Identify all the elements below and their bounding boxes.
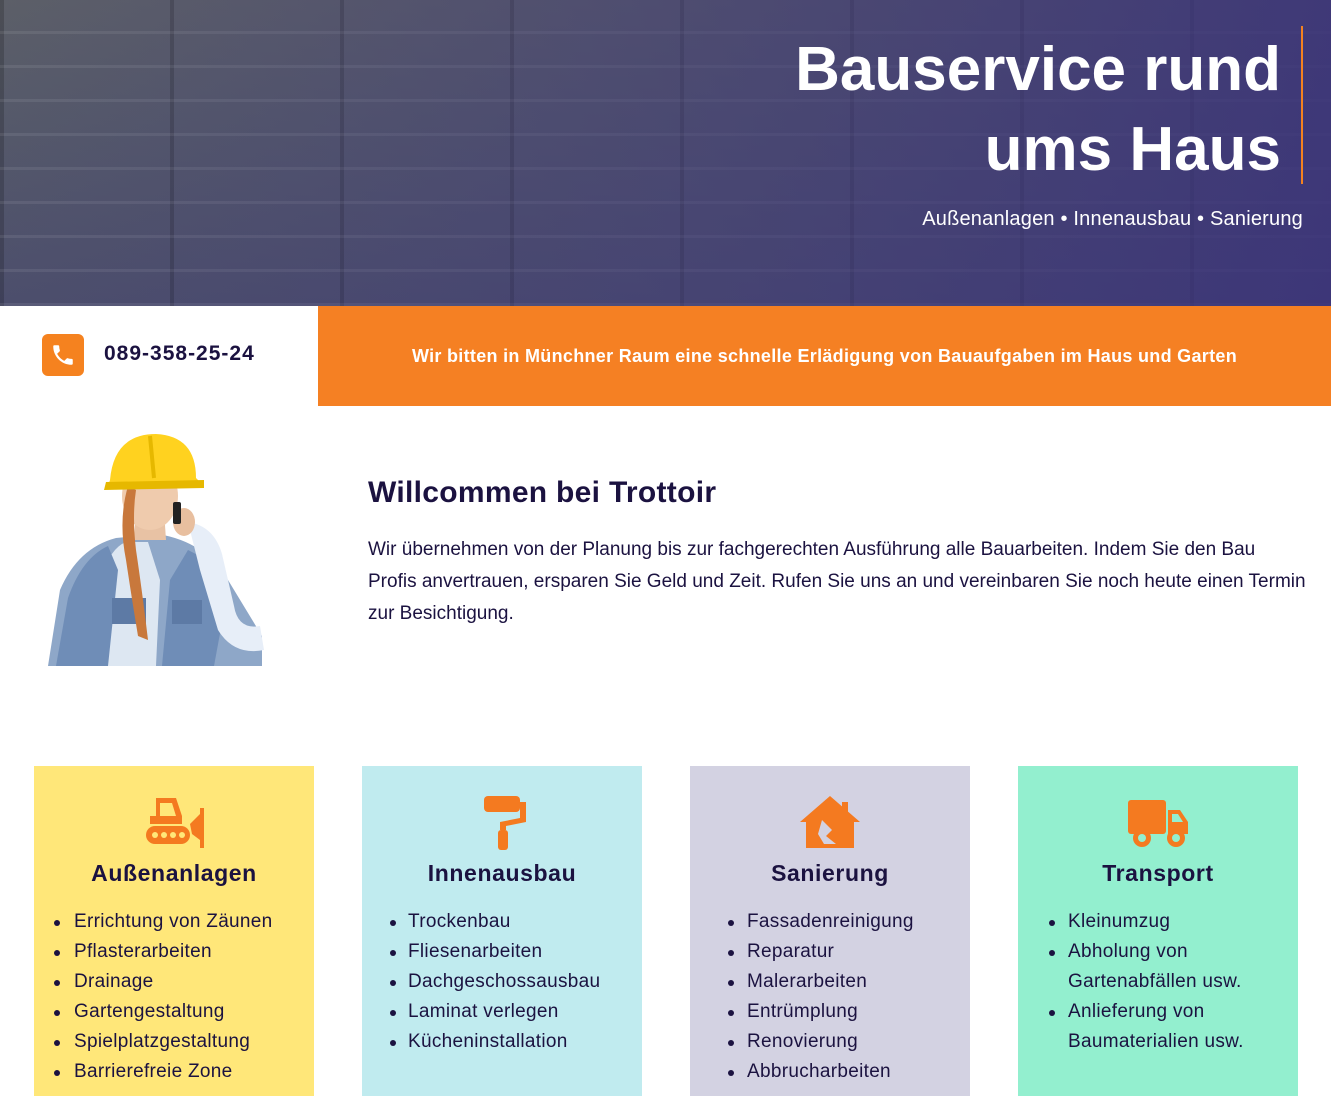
service-card-aussenanlagen[interactable]: Außenanlagen Errichtung von Zäunen Pflas… (34, 766, 314, 1096)
list-item: Malerarbeiten (690, 967, 970, 997)
phone-icon (42, 334, 84, 376)
service-card-transport[interactable]: Transport Kleinumzug Abholung von Garten… (1018, 766, 1298, 1096)
list-item: Anlieferung von Baumaterialien usw. (1018, 997, 1298, 1057)
list-item: Kücheninstallation (362, 1027, 642, 1057)
hero-banner: Bauservice rund ums Haus Außenanlagen • … (0, 0, 1331, 306)
bulldozer-icon (146, 798, 204, 848)
welcome-paragraph: Wir übernehmen von der Planung bis zur f… (368, 539, 1306, 624)
list-item: Barrierefreie Zone (34, 1057, 314, 1087)
list-item: Drainage (34, 967, 314, 997)
service-title: Außenanlagen (91, 860, 257, 886)
list-item: Spielplatzgestaltung (34, 1027, 314, 1057)
hero-title-line-1: Bauservice rund (795, 35, 1281, 104)
info-banner-text: Wir bitten in Münchner Raum eine schnell… (411, 345, 1238, 366)
phone-number[interactable]: 089-358-25-24 (104, 342, 255, 366)
list-item: Fliesenarbeiten (362, 937, 642, 967)
list-item: Laminat verlegen (362, 997, 642, 1027)
list-item: Trockenbau (362, 907, 642, 937)
service-list: Fassadenreinigung Reparatur Malerarbeite… (690, 907, 970, 1087)
service-title: Sanierung (771, 860, 889, 886)
service-list: Trockenbau Fliesenarbeiten Dachgeschossa… (362, 907, 642, 1057)
service-title: Innenausbau (427, 860, 577, 886)
list-item: Fassadenreinigung (690, 907, 970, 937)
service-card-sanierung[interactable]: Sanierung Fassadenreinigung Reparatur Ma… (690, 766, 970, 1096)
hero-title-line-2: ums Haus (984, 115, 1281, 184)
hero-subtitle: Außenanlagen • Innenausbau • Sanierung (922, 208, 1303, 230)
service-card-innenausbau[interactable]: Innenausbau Trockenbau Fliesenarbeiten D… (362, 766, 642, 1096)
welcome-heading: Willcommen bei Trottoir (368, 476, 717, 509)
hero-title: Bauservice rund ums Haus (641, 30, 1281, 190)
list-item: Abholung von Gartenabfällen usw. (1018, 937, 1298, 997)
paint-roller-icon (484, 796, 526, 850)
service-list: Kleinumzug Abholung von Gartenabfällen u… (1018, 907, 1298, 1057)
list-item: Errichtung von Zäunen (34, 907, 314, 937)
list-item: Dachgeschossausbau (362, 967, 642, 997)
list-item: Abbrucharbeiten (690, 1057, 970, 1087)
hero-accent-rule (1301, 26, 1303, 184)
worker-on-phone-image (48, 434, 264, 666)
truck-icon (1128, 800, 1188, 847)
list-item: Renovierung (690, 1027, 970, 1057)
list-item: Kleinumzug (1018, 907, 1298, 937)
service-list: Errichtung von Zäunen Pflasterarbeiten D… (34, 907, 314, 1087)
list-item: Gartengestaltung (34, 997, 314, 1027)
list-item: Pflasterarbeiten (34, 937, 314, 967)
list-item: Reparatur (690, 937, 970, 967)
house-damage-icon (800, 796, 860, 848)
info-banner: Wir bitten in Münchner Raum eine schnell… (318, 306, 1331, 406)
list-item: Entrümplung (690, 997, 970, 1027)
service-title: Transport (1102, 860, 1214, 886)
phone-contact[interactable]: 089-358-25-24 (0, 306, 318, 406)
